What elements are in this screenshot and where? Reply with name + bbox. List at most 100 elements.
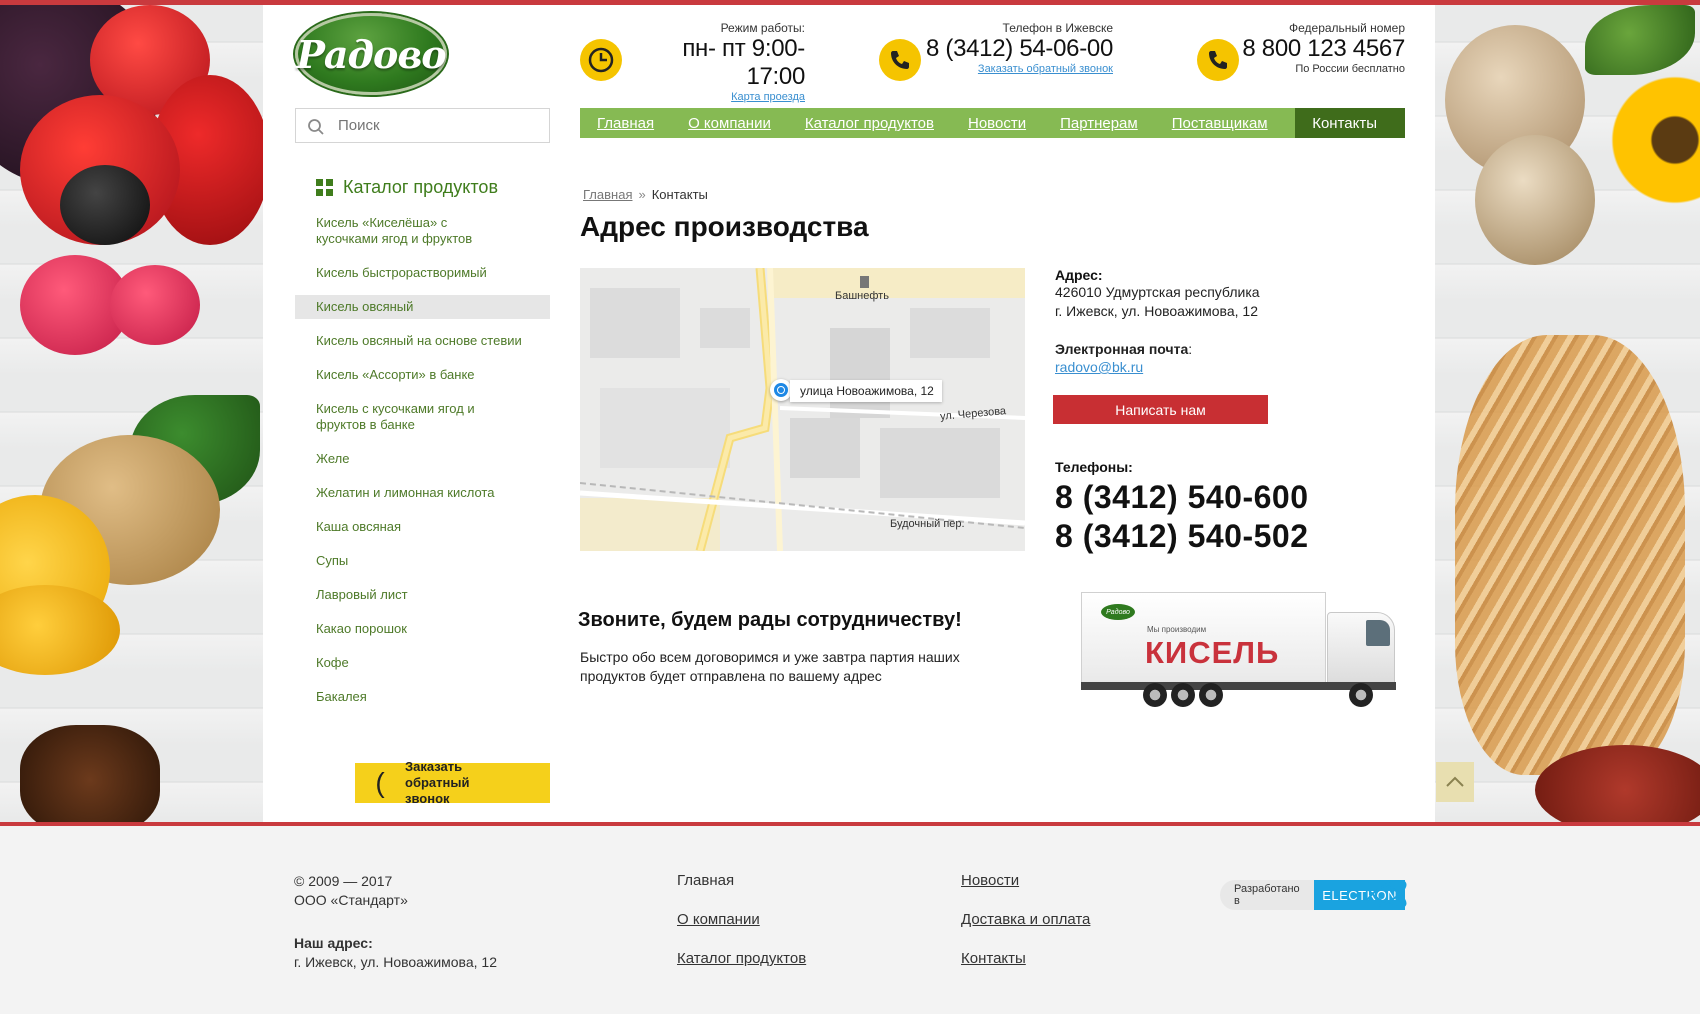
catalog-grid-icon xyxy=(316,179,333,196)
callback-link[interactable]: Заказать обратный звонок xyxy=(923,63,1113,75)
nav-suppliers[interactable]: Поставщикам xyxy=(1155,108,1285,138)
contact-info: Адрес: 426010 Удмуртская республика г. И… xyxy=(1055,267,1395,377)
decor-right-panel xyxy=(1435,5,1700,825)
callback-button[interactable]: ( Заказать обратный звонок xyxy=(355,759,550,806)
page-title: Адрес производства xyxy=(580,211,869,242)
breadcrumb-current: Контакты xyxy=(651,187,708,202)
mushroom-decor-2 xyxy=(1475,135,1595,265)
main-column: Радово Режим работы: пн- пт 9:00-17:00 К… xyxy=(263,5,1435,825)
oats-decor xyxy=(1455,335,1685,775)
footer-link-catalog[interactable]: Каталог продуктов xyxy=(677,950,806,967)
developer-badge[interactable]: Разработано в ELECTRON xyxy=(1220,880,1407,910)
breadcrumb-separator: » xyxy=(638,187,646,202)
truck-wheel xyxy=(1349,683,1373,707)
truck-big-text: КИСЕЛЬ xyxy=(1145,635,1280,670)
catalog-item[interactable]: Лавровый лист xyxy=(295,583,550,607)
catalog-item[interactable]: Бакалея xyxy=(295,685,550,709)
truck-small-text: Мы производим xyxy=(1147,625,1207,634)
address-line-1: 426010 Удмуртская республика xyxy=(1055,284,1260,300)
city-phone-label: Телефон в Ижевске xyxy=(1002,21,1113,35)
federal-phone-value[interactable]: 8 800 123 4567 xyxy=(1233,35,1405,63)
catalog-item[interactable]: Кисель быстрорастворимый xyxy=(295,261,550,285)
catalog-item[interactable]: Желе xyxy=(295,447,550,471)
federal-phone-sub: По России бесплатно xyxy=(1295,63,1405,75)
catalog-list: Кисель «Киселёша» с кусочками ягод и фру… xyxy=(295,211,550,719)
phone-number-2[interactable]: 8 (3412) 540-502 xyxy=(1055,518,1309,555)
main-nav: Главная О компании Каталог продуктов Нов… xyxy=(580,108,1405,138)
nav-catalog[interactable]: Каталог продуктов xyxy=(788,108,951,138)
delivery-truck-image: Радово Мы производим КИСЕЛЬ xyxy=(1081,590,1406,715)
federal-phone-label: Федеральный номер xyxy=(1289,21,1405,35)
footer-link-home[interactable]: Главная xyxy=(677,872,734,889)
footer-company: ООО «Стандарт» xyxy=(294,892,408,908)
nav-partners[interactable]: Партнерам xyxy=(1043,108,1155,138)
phone-number-1[interactable]: 8 (3412) 540-600 xyxy=(1055,479,1309,516)
catalog-item[interactable]: Желатин и лимонная кислота xyxy=(295,481,550,505)
email-link[interactable]: radovo@bk.ru xyxy=(1055,359,1143,375)
city-phone-value[interactable]: 8 (3412) 54-06-00 xyxy=(923,35,1113,63)
catalog-item[interactable]: Каша овсяная xyxy=(295,515,550,539)
footer-address: г. Ижевск, ул. Новоажимова, 12 xyxy=(294,954,497,970)
email-label: Электронная почта xyxy=(1055,341,1189,357)
catalog-item[interactable]: Супы xyxy=(295,549,550,573)
search-icon[interactable] xyxy=(307,118,325,136)
footer-link-delivery[interactable]: Доставка и оплата xyxy=(961,911,1090,928)
map-marker-label: улица Новоажимова, 12 xyxy=(790,380,942,402)
footer-link-news[interactable]: Новости xyxy=(961,872,1019,889)
search-input[interactable] xyxy=(338,109,543,142)
footer-copyright: © 2009 — 2017 xyxy=(294,873,393,889)
catalog-item[interactable]: Кисель овсяный на основе стевии xyxy=(295,329,550,353)
footer-link-contacts[interactable]: Контакты xyxy=(961,950,1026,967)
truck-chassis xyxy=(1081,682,1396,690)
nav-home[interactable]: Главная xyxy=(580,108,671,138)
truck-logo: Радово xyxy=(1101,604,1135,620)
clock-icon xyxy=(580,39,622,81)
federal-phone-block: Федеральный номер 8 800 123 4567 По Росс… xyxy=(1233,21,1405,75)
catalog-item[interactable]: Кисель с кусочками ягод и фруктов в банк… xyxy=(295,397,475,437)
location-map[interactable]: Башнефть ул. Черезова Будочный пер. улиц… xyxy=(580,268,1025,551)
map-label-budochny: Будочный пер. xyxy=(890,518,965,530)
catalog-item[interactable]: Кофе xyxy=(295,651,550,675)
promo-slogan: Звоните, будем рады сотрудничеству! xyxy=(578,609,962,631)
nav-contacts[interactable]: Контакты xyxy=(1295,108,1405,138)
working-hours-label: Режим работы: xyxy=(720,21,805,35)
map-link[interactable]: Карта проезда xyxy=(625,91,805,103)
decor-left-panel xyxy=(0,5,263,825)
address-line-2: г. Ижевск, ул. Новоажимова, 12 xyxy=(1055,303,1258,319)
blackberry-decor-2 xyxy=(60,165,150,245)
nav-about[interactable]: О компании xyxy=(671,108,788,138)
footer-link-about[interactable]: О компании xyxy=(677,911,760,928)
catalog-title: Каталог продуктов xyxy=(343,177,499,197)
breadcrumb: Главная » Контакты xyxy=(583,187,708,202)
footer-address-label: Наш адрес: xyxy=(294,935,373,951)
map-marker-icon[interactable] xyxy=(770,379,792,401)
breadcrumb-home[interactable]: Главная xyxy=(583,187,632,202)
search-box xyxy=(295,108,550,143)
write-us-button[interactable]: Написать нам xyxy=(1053,395,1268,424)
map-label-bashneft: Башнефть xyxy=(835,290,889,302)
footer: © 2009 — 2017 ООО «Стандарт» Наш адрес: … xyxy=(0,826,1700,1014)
truck-wheel xyxy=(1171,683,1195,707)
catalog-item[interactable]: Кисель «Киселёша» с кусочками ягод и фру… xyxy=(295,211,510,251)
truck-windshield xyxy=(1366,620,1390,646)
phones-label: Телефоны: xyxy=(1055,459,1133,475)
sunflower-decor xyxy=(1605,65,1700,215)
site-logo[interactable]: Радово xyxy=(295,13,447,95)
working-hours-value: пн- пт 9:00-17:00 xyxy=(682,35,805,90)
promo-text: Быстро обо всем договоримся и уже завтра… xyxy=(580,649,960,684)
catalog-item[interactable]: Кисель «Ассорти» в банке xyxy=(295,363,550,387)
working-hours-block: Режим работы: пн- пт 9:00-17:00 Карта пр… xyxy=(625,21,805,103)
email-label-colon: : xyxy=(1188,341,1193,357)
callback-button-label: Заказать обратный звонок xyxy=(405,759,470,806)
catalog-item-selected[interactable]: Кисель овсяный xyxy=(295,295,550,319)
arrow-up-icon xyxy=(1446,776,1464,787)
phone-icon xyxy=(879,39,921,81)
truck-wheel xyxy=(1143,683,1167,707)
scroll-up-button[interactable] xyxy=(1436,762,1474,802)
handset-icon: ( xyxy=(375,767,385,798)
developer-brand: ELECTRON xyxy=(1314,880,1407,910)
nav-news[interactable]: Новости xyxy=(951,108,1043,138)
catalog-item[interactable]: Какао порошок xyxy=(295,617,550,641)
catalog-heading: Каталог продуктов xyxy=(316,177,498,198)
logo-text: Радово xyxy=(296,31,446,77)
